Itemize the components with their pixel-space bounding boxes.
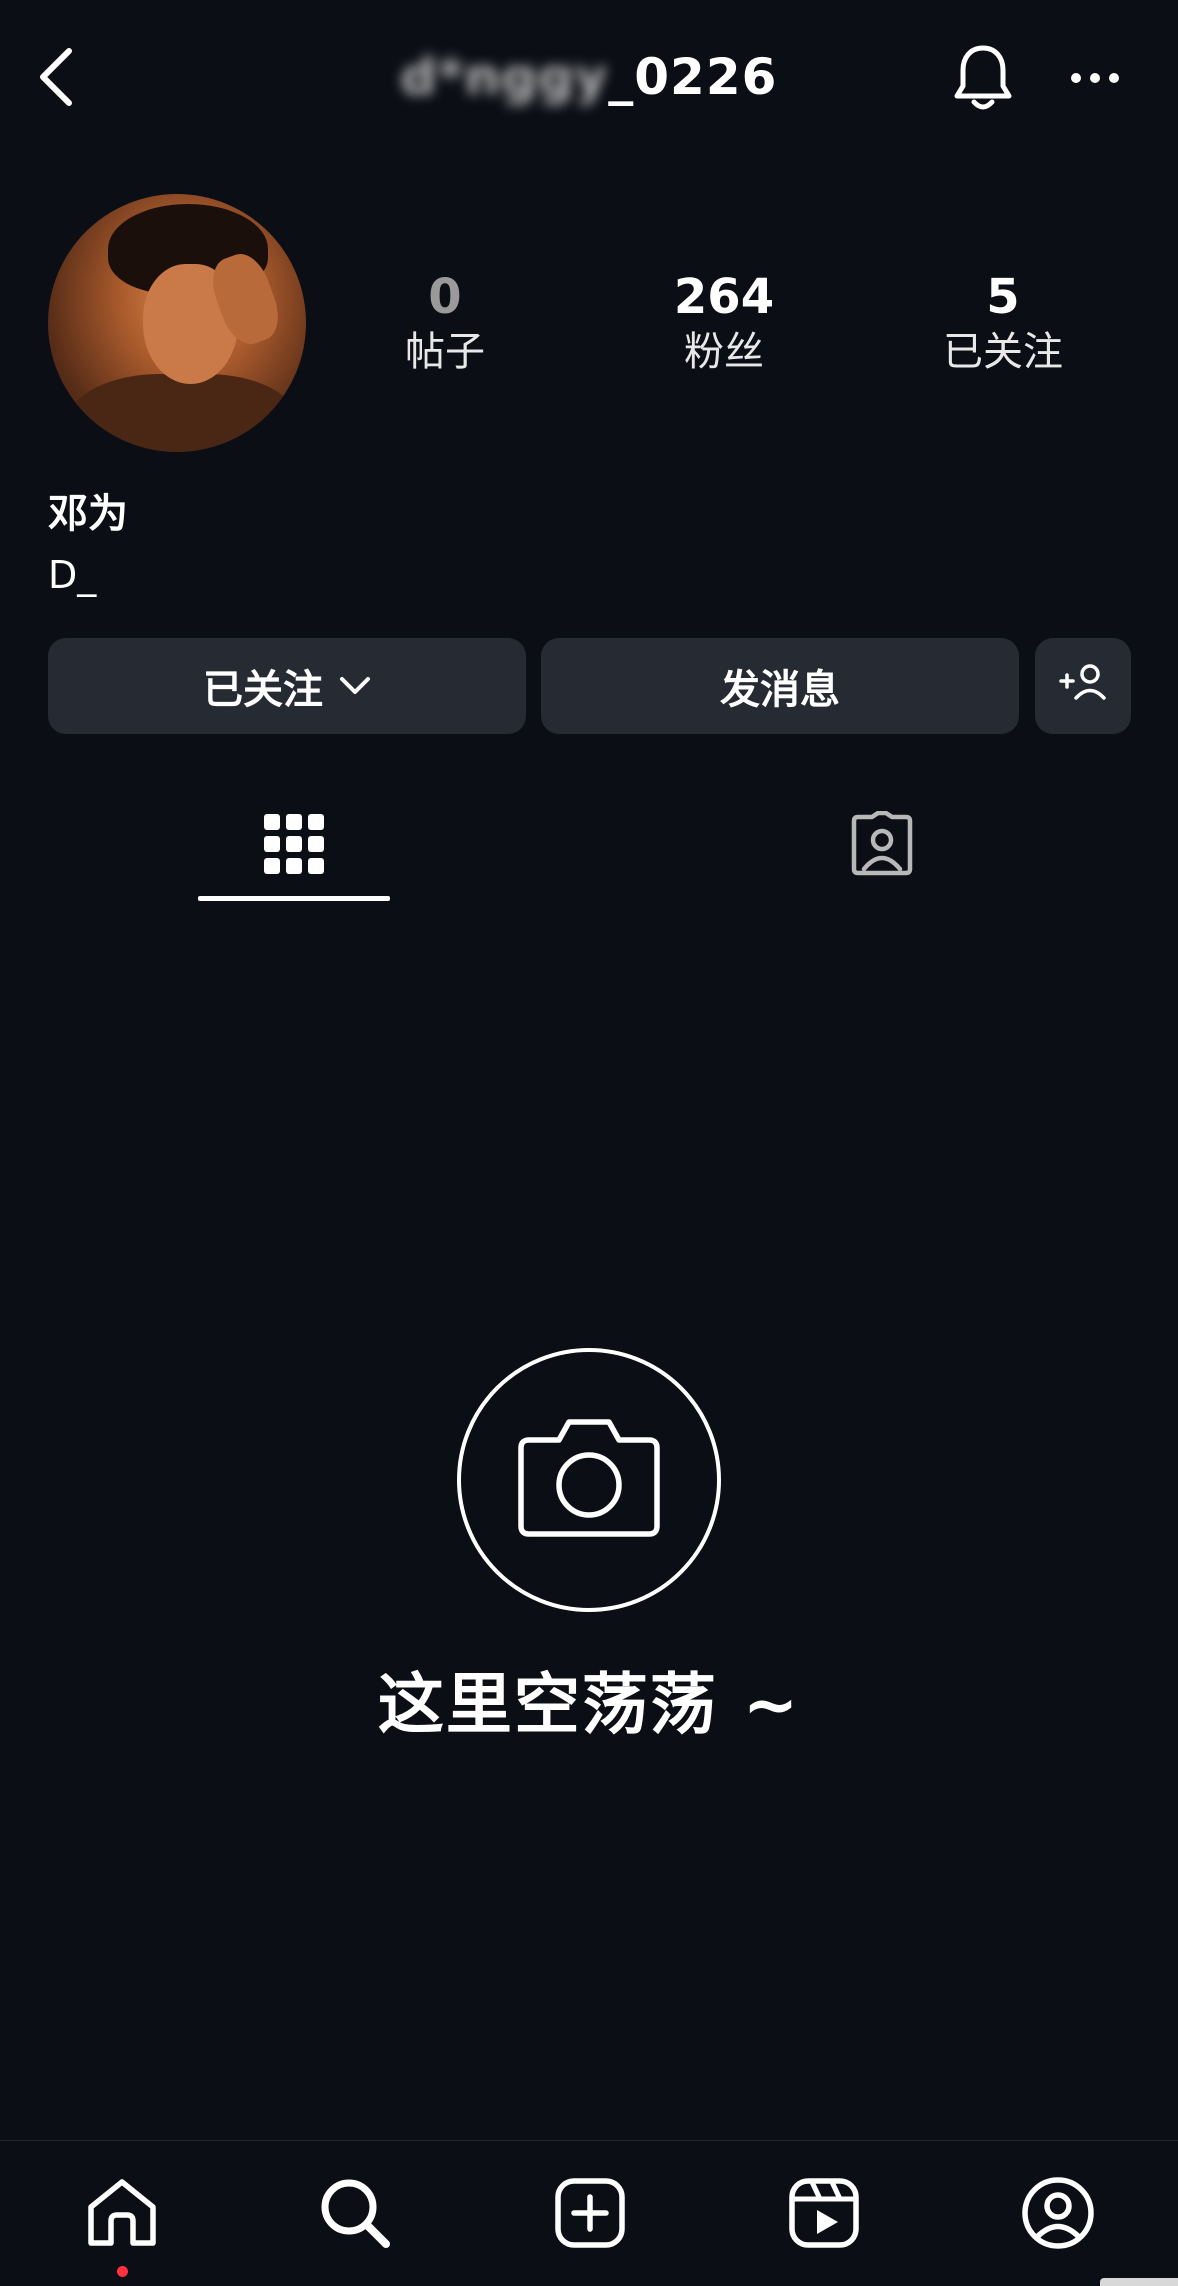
stat-followers-label: 粉丝 bbox=[684, 329, 764, 375]
reels-icon bbox=[788, 2177, 860, 2253]
stat-posts[interactable]: 0 帖子 bbox=[335, 268, 555, 378]
stat-following-label: 已关注 bbox=[943, 329, 1063, 375]
stat-followers-count: 264 bbox=[673, 269, 775, 325]
home-icon bbox=[85, 2177, 159, 2253]
system-home-indicator bbox=[1100, 2278, 1178, 2286]
camera-icon bbox=[515, 1414, 663, 1546]
tab-tagged[interactable] bbox=[786, 790, 978, 902]
stat-posts-label: 帖子 bbox=[405, 329, 485, 375]
username-visible-part: _0226 bbox=[608, 48, 778, 106]
create-icon bbox=[554, 2177, 626, 2253]
suggest-users-button[interactable] bbox=[1035, 638, 1131, 734]
nav-profile[interactable] bbox=[1008, 2170, 1108, 2260]
message-button-label: 发消息 bbox=[720, 667, 840, 713]
tab-posts-grid[interactable] bbox=[198, 790, 390, 902]
nav-reels[interactable] bbox=[774, 2170, 874, 2260]
bio-text: D_ bbox=[48, 553, 97, 597]
empty-state-text: 这里空荡荡 ~ bbox=[377, 1666, 801, 1743]
home-notification-dot bbox=[117, 2266, 128, 2277]
username-blurred-part: d*nggy bbox=[400, 48, 609, 106]
message-button[interactable]: 发消息 bbox=[541, 638, 1019, 734]
stat-followers[interactable]: 264 粉丝 bbox=[614, 268, 834, 378]
nav-search[interactable] bbox=[305, 2170, 405, 2260]
following-button[interactable]: 已关注 bbox=[48, 638, 526, 734]
stat-following-count: 5 bbox=[986, 269, 1020, 325]
tagged-person-icon bbox=[848, 810, 916, 881]
chevron-down-icon bbox=[339, 676, 371, 696]
profile-icon bbox=[1021, 2176, 1095, 2254]
stat-posts-count: 0 bbox=[428, 269, 462, 325]
nav-create[interactable] bbox=[540, 2170, 640, 2260]
add-user-icon bbox=[1058, 661, 1108, 711]
active-tab-indicator bbox=[198, 896, 390, 901]
nav-home[interactable] bbox=[72, 2170, 172, 2260]
grid-icon bbox=[262, 812, 326, 880]
avatar[interactable] bbox=[48, 194, 306, 452]
notifications-button[interactable] bbox=[948, 40, 1018, 120]
bell-icon bbox=[952, 42, 1014, 118]
search-icon bbox=[318, 2176, 392, 2254]
following-button-label: 已关注 bbox=[203, 667, 323, 713]
more-horizontal-icon bbox=[1070, 69, 1120, 88]
display-name: 邓为 bbox=[48, 491, 128, 537]
empty-state-circle bbox=[457, 1348, 721, 1612]
more-options-button[interactable] bbox=[1060, 48, 1130, 108]
stat-following[interactable]: 5 已关注 bbox=[893, 268, 1113, 378]
